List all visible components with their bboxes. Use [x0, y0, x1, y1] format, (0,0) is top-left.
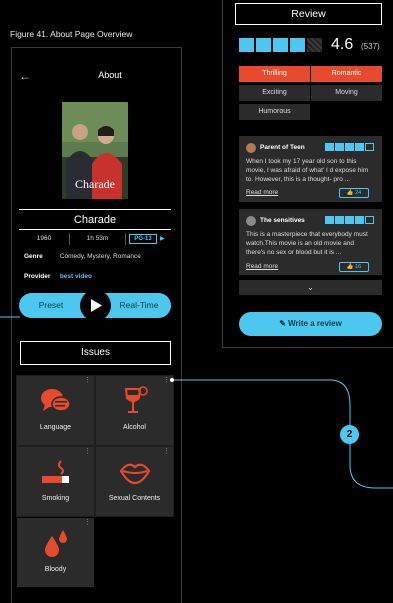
- tag-humorous[interactable]: Humorous: [239, 104, 310, 120]
- issue-label: Bloody: [44, 566, 67, 573]
- review-title: Review: [235, 3, 382, 25]
- issue-tile-alcohol[interactable]: ⋮ Alcohol: [96, 376, 173, 445]
- chevron-right-icon[interactable]: ▶: [160, 232, 165, 246]
- genre-value: Comedy, Mystery, Romance: [59, 253, 141, 260]
- issue-tile-smoking[interactable]: ⋮ Smoking: [17, 447, 94, 516]
- movie-poster: Charade: [62, 102, 128, 199]
- read-more-link[interactable]: Read more: [246, 189, 278, 196]
- issue-tile-language[interactable]: ⋮ Language: [17, 376, 94, 445]
- issues-grid: ⋮ Language ⋮ Alcohol ⋮ Smoking ⋮ Sexual …: [16, 375, 174, 587]
- movie-year: 1960: [36, 235, 52, 242]
- movie-duration: 1h 53m: [86, 235, 109, 242]
- issue-tile-bloody[interactable]: ⋮ Bloody: [17, 518, 94, 587]
- write-review-label: Write a review: [288, 319, 342, 328]
- write-review-button[interactable]: ✎ Write a review: [239, 312, 382, 336]
- like-button[interactable]: 👍 16: [339, 262, 369, 272]
- page-title: About: [98, 70, 122, 80]
- read-more-link[interactable]: Read more: [246, 263, 278, 270]
- more-options-icon[interactable]: ⋮: [84, 448, 91, 455]
- rating-badge: PG-13: [129, 234, 157, 244]
- more-options-icon[interactable]: ⋮: [163, 377, 170, 384]
- issue-label: Smoking: [41, 495, 70, 502]
- wine-glass-icon: [96, 386, 173, 418]
- cigarette-icon: [17, 457, 94, 489]
- star-filled: [256, 38, 271, 52]
- toggle-preset[interactable]: Preset: [20, 293, 82, 318]
- play-button[interactable]: [80, 290, 111, 321]
- more-options-icon[interactable]: ⋮: [163, 448, 170, 455]
- movie-meta-row: 1960 1h 53m PG-13 ▶: [19, 232, 171, 246]
- play-icon: [91, 299, 102, 312]
- lips-icon: [96, 457, 173, 489]
- tag-thrilling[interactable]: Thrilling: [239, 66, 310, 82]
- tag-moving[interactable]: Moving: [311, 85, 382, 101]
- rating-count: (537): [361, 42, 380, 51]
- like-count: 16: [355, 264, 362, 270]
- genre-row: Genre Comedy, Mystery, Romance: [24, 253, 141, 260]
- issue-label: Language: [39, 424, 72, 431]
- like-button[interactable]: 👍 24: [339, 188, 369, 198]
- review-text: This is a masterpiece that everybody mus…: [246, 231, 368, 256]
- movie-title: Charade: [19, 209, 171, 230]
- review-text: When I took my 17 year old son to this m…: [246, 158, 369, 183]
- like-count: 24: [355, 190, 362, 196]
- genre-label: Genre: [24, 253, 43, 260]
- star-partial: [307, 38, 322, 52]
- tag-exciting[interactable]: Exciting: [239, 85, 310, 101]
- connector-curve: [170, 375, 393, 493]
- reviewer-name: The sensitives: [260, 217, 305, 224]
- more-options-icon[interactable]: ⋮: [84, 377, 91, 384]
- star-filled: [239, 38, 254, 52]
- avatar: [246, 216, 256, 226]
- star-filled: [273, 38, 288, 52]
- rating-value: 4.6: [331, 36, 354, 53]
- figure-label: Figure 41. About Page Overview: [10, 29, 133, 39]
- chevron-down-icon: ⌄: [307, 283, 314, 292]
- more-options-icon[interactable]: ⋮: [84, 519, 91, 526]
- provider-label: Provider: [24, 273, 51, 280]
- back-arrow-icon[interactable]: ←: [19, 69, 31, 83]
- issue-tile-sexual-contents[interactable]: ⋮ Sexual Contents: [96, 447, 173, 516]
- blood-drop-icon: [17, 528, 94, 560]
- issues-header: Issues: [20, 341, 171, 365]
- issue-label: Alcohol: [123, 424, 146, 431]
- expand-reviews-button[interactable]: ⌄: [239, 280, 382, 295]
- pencil-icon: ✎: [279, 319, 286, 328]
- star-filled: [290, 38, 305, 52]
- avatar: [246, 143, 256, 153]
- review-card: Parent of Teen When I took my 17 year ol…: [239, 136, 382, 202]
- provider-row: Provider best video: [24, 273, 92, 280]
- issue-label: Sexual Contents: [108, 495, 161, 502]
- provider-logo[interactable]: best video: [60, 273, 92, 280]
- poster-title: Charade: [75, 177, 115, 191]
- toggle-real-time[interactable]: Real-Time: [108, 293, 170, 318]
- reviewer-name: Parent of Teen: [260, 144, 305, 151]
- review-card: The sensitives This is a masterpiece tha…: [239, 209, 382, 275]
- tag-romantic[interactable]: Romantic: [311, 66, 382, 82]
- step-marker: 2: [340, 425, 359, 444]
- speech-bubble-icon: [17, 386, 94, 418]
- connector-line: [0, 305, 20, 318]
